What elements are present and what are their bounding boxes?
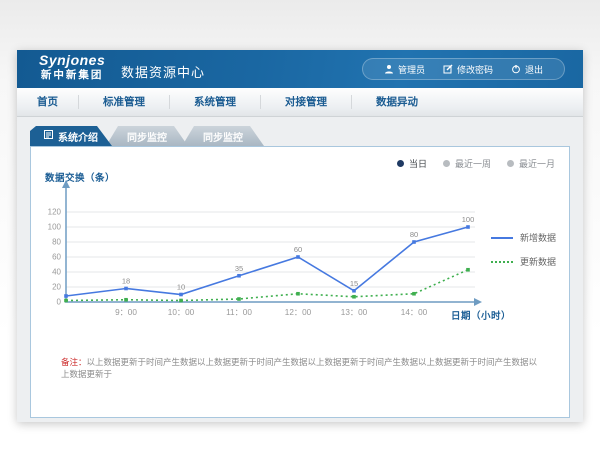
svg-text:0: 0	[57, 298, 62, 307]
tab-label: 系统介绍	[58, 129, 98, 144]
logo-primary: Synjones	[39, 53, 105, 68]
brand-logo: Synjones 新中新集团	[39, 53, 105, 81]
legend-item-update-data: 更新数据	[491, 255, 556, 268]
svg-text:9：00: 9：00	[115, 308, 137, 317]
logo-secondary: 新中新集团	[39, 70, 105, 81]
footnote-text: 以上数据更新于时间产生数据以上数据更新于时间产生数据以上数据更新于时间产生数据以…	[61, 357, 537, 379]
logout-label: 退出	[525, 63, 543, 76]
page-title: 数据资源中心	[121, 62, 205, 81]
svg-text:20: 20	[52, 283, 61, 292]
tab-bar: 系统介绍 同步监控 同步监控	[30, 126, 264, 146]
svg-text:10：00: 10：00	[168, 308, 195, 317]
footnote-label: 备注：	[61, 357, 87, 367]
radio-label: 最近一月	[519, 157, 555, 170]
user-toolbar: 管理员 修改密码 退出	[362, 58, 565, 80]
svg-text:100: 100	[48, 223, 62, 232]
svg-text:10: 10	[177, 283, 185, 292]
svg-text:14：00: 14：00	[401, 308, 428, 317]
svg-text:120: 120	[48, 208, 62, 217]
radio-option-last-month[interactable]: 最近一月	[507, 157, 555, 170]
legend-label: 更新数据	[520, 255, 556, 268]
nav-item-standard-mgmt[interactable]: 标准管理	[79, 95, 170, 109]
svg-text:18: 18	[122, 277, 130, 286]
content-card: 当日 最近一周 最近一月 数据交换（条） 0204060801001209：00…	[30, 146, 570, 418]
radio-dot	[507, 160, 514, 167]
time-range-filters: 当日 最近一周 最近一月	[397, 157, 555, 170]
svg-text:13：00: 13：00	[341, 308, 368, 317]
nav-item-integration-mgmt[interactable]: 对接管理	[261, 95, 352, 109]
radio-label: 最近一周	[455, 157, 491, 170]
tab-label: 同步监控	[127, 129, 167, 144]
svg-text:100: 100	[462, 215, 475, 224]
radio-dot	[443, 160, 450, 167]
app-window: Synjones 新中新集团 数据资源中心 管理员 修改密码	[17, 50, 583, 422]
svg-text:60: 60	[294, 245, 302, 254]
svg-text:60: 60	[52, 253, 61, 262]
svg-text:80: 80	[52, 238, 61, 247]
document-icon	[44, 130, 53, 142]
nav-item-data-change[interactable]: 数据异动	[352, 95, 442, 109]
nav-item-system-mgmt[interactable]: 系统管理	[170, 95, 261, 109]
svg-text:35: 35	[235, 264, 243, 273]
app-header: Synjones 新中新集团 数据资源中心 管理员 修改密码	[17, 50, 583, 88]
legend-label: 新增数据	[520, 231, 556, 244]
svg-text:80: 80	[410, 230, 418, 239]
power-icon	[511, 64, 521, 74]
tab-label: 同步监控	[203, 129, 243, 144]
change-password-label: 修改密码	[457, 63, 493, 76]
footnote: 备注：以上数据更新于时间产生数据以上数据更新于时间产生数据以上数据更新于时间产生…	[61, 357, 543, 381]
logout-button[interactable]: 退出	[502, 63, 552, 76]
legend-item-new-data: 新增数据	[491, 231, 556, 244]
tab-sync-monitor-2[interactable]: 同步监控	[182, 126, 264, 146]
svg-text:12：00: 12：00	[285, 308, 312, 317]
screenshot-canvas: Synjones 新中新集团 数据资源中心 管理员 修改密码	[0, 0, 600, 450]
chart-legend: 新增数据 更新数据	[491, 231, 556, 268]
change-password-button[interactable]: 修改密码	[434, 63, 502, 76]
main-nav: 首页 标准管理 系统管理 对接管理 数据异动	[17, 88, 583, 117]
svg-text:15: 15	[350, 279, 358, 288]
tab-system-intro[interactable]: 系统介绍	[30, 126, 112, 146]
tab-sync-monitor-1[interactable]: 同步监控	[106, 126, 188, 146]
x-axis-label: 日期（小时）	[451, 308, 511, 322]
user-icon	[384, 64, 394, 74]
radio-label: 当日	[409, 157, 427, 170]
user-name-label: 管理员	[398, 63, 425, 76]
user-menu-item[interactable]: 管理员	[375, 63, 434, 76]
edit-icon	[443, 64, 453, 74]
svg-text:40: 40	[52, 268, 61, 277]
legend-line-dotted-icon	[491, 261, 513, 263]
radio-option-last-week[interactable]: 最近一周	[443, 157, 491, 170]
svg-text:11：00: 11：00	[226, 308, 252, 317]
nav-item-home[interactable]: 首页	[17, 95, 79, 109]
radio-option-today[interactable]: 当日	[397, 157, 427, 170]
radio-dot	[397, 160, 404, 167]
legend-line-solid-icon	[491, 237, 513, 239]
